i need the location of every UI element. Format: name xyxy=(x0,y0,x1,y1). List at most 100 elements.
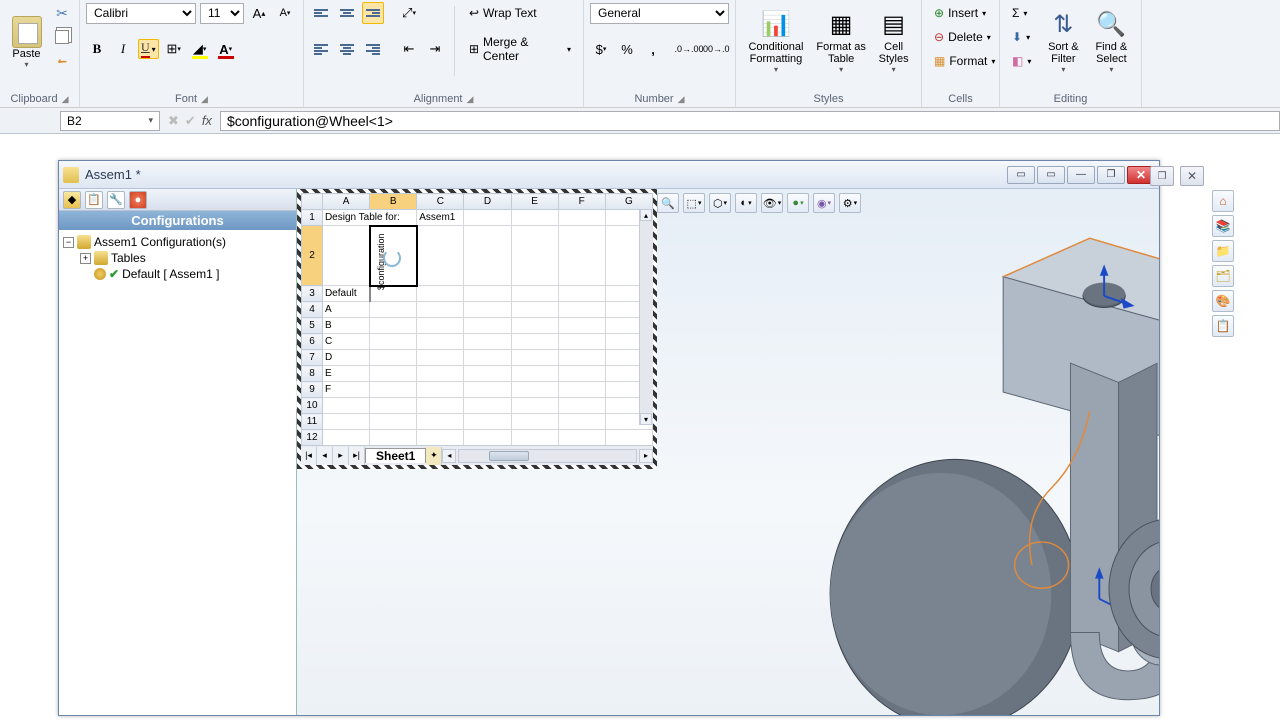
accept-formula-icon[interactable]: ✔ xyxy=(185,113,196,129)
minimize-button[interactable]: — xyxy=(1067,166,1095,184)
autosum-button[interactable]: Σ▾ xyxy=(1006,2,1037,24)
hscroll-track[interactable] xyxy=(458,449,637,463)
formula-input[interactable]: $configuration@Wheel<1> xyxy=(220,111,1280,131)
col-header[interactable]: E xyxy=(511,194,558,210)
last-sheet-button[interactable]: ▸| xyxy=(349,447,365,465)
collapse-icon[interactable]: − xyxy=(63,237,74,248)
cell[interactable] xyxy=(322,226,369,286)
wrap-text-button[interactable]: ↩Wrap Text xyxy=(463,2,577,24)
align-center-button[interactable] xyxy=(336,38,358,60)
view-palette-tab[interactable]: 🗂 xyxy=(1212,265,1234,287)
scroll-right-button[interactable]: ▸ xyxy=(639,449,653,463)
cell[interactable]: Assem1 xyxy=(417,210,464,226)
align-top-button[interactable] xyxy=(310,2,332,24)
design-table-embed[interactable]: A B C D E F G 1Design Table for:Assem1 2… xyxy=(297,189,657,469)
format-button[interactable]: ▦Format▾ xyxy=(928,50,1001,72)
insert-button[interactable]: ⊕Insert▾ xyxy=(928,2,1001,24)
currency-button[interactable]: $▾ xyxy=(590,38,612,60)
percent-button[interactable]: % xyxy=(616,38,638,60)
italic-button[interactable]: I xyxy=(112,38,134,60)
row-header[interactable]: 10 xyxy=(302,398,323,414)
increase-indent-button[interactable]: ⇥ xyxy=(424,38,446,60)
decrease-indent-button[interactable]: ⇤ xyxy=(398,38,420,60)
row-header[interactable]: 12 xyxy=(302,430,323,446)
font-face-combo[interactable]: Calibri xyxy=(86,3,196,24)
find-select-button[interactable]: 🔍 Find & Select▾ xyxy=(1089,2,1133,82)
custom-props-tab[interactable]: 📋 xyxy=(1212,315,1234,337)
cancel-formula-icon[interactable]: ✖ xyxy=(168,113,179,129)
fill-color-button[interactable]: ◢▾ xyxy=(189,38,211,60)
cell[interactable]: D xyxy=(322,350,369,366)
design-library-tab[interactable]: 📚 xyxy=(1212,215,1234,237)
cell[interactable]: Default xyxy=(322,286,369,302)
sheet-tab[interactable]: Sheet1 xyxy=(365,448,426,463)
mdi-restore-button[interactable]: ❐ xyxy=(1150,166,1174,186)
graphics-viewport[interactable]: 🔍 ⬚▾ ⬡▾ ◐▾ 👁▾ ●▾ ◉▾ ⚙▾ A B C xyxy=(297,189,1159,715)
property-manager-tab[interactable]: 📋 xyxy=(85,191,103,209)
view-orientation-button[interactable]: ⬡▾ xyxy=(709,193,731,213)
font-size-combo[interactable]: 11 xyxy=(200,3,244,24)
expand-icon[interactable]: + xyxy=(80,253,91,264)
zoom-area-button[interactable]: ⬚▾ xyxy=(683,193,705,213)
next-sheet-button[interactable]: ▸ xyxy=(333,447,349,465)
col-header[interactable]: F xyxy=(558,194,605,210)
align-left-button[interactable] xyxy=(310,38,332,60)
orientation-button[interactable]: ⤢▾ xyxy=(398,2,420,24)
row-header[interactable]: 1 xyxy=(302,210,323,226)
col-header[interactable]: D xyxy=(464,194,511,210)
feature-manager-tab[interactable]: ◆ xyxy=(63,191,81,209)
new-sheet-button[interactable]: ✦ xyxy=(426,447,442,465)
increase-decimal-button[interactable]: .0→.00 xyxy=(678,38,700,60)
col-header[interactable]: A xyxy=(322,194,369,210)
hide-show-button[interactable]: 👁▾ xyxy=(761,193,783,213)
appearances-tab[interactable]: 🎨 xyxy=(1212,290,1234,312)
dialog-launcher-icon[interactable]: ◢ xyxy=(201,94,208,105)
configuration-manager-tab[interactable]: 🔧 xyxy=(107,191,125,209)
font-color-button[interactable]: A▾ xyxy=(215,38,237,60)
row-header[interactable]: 9 xyxy=(302,382,323,398)
format-painter-button[interactable] xyxy=(51,50,73,72)
row-header[interactable]: 2 xyxy=(302,226,323,286)
dialog-launcher-icon[interactable]: ◢ xyxy=(678,94,685,105)
row-header[interactable]: 3 xyxy=(302,286,323,302)
dialog-launcher-icon[interactable]: ◢ xyxy=(62,94,69,105)
zoom-fit-button[interactable]: 🔍 xyxy=(657,193,679,213)
cut-button[interactable] xyxy=(51,2,73,24)
prev-sheet-button[interactable]: ◂ xyxy=(317,447,333,465)
resources-tab[interactable]: ⌂ xyxy=(1212,190,1234,212)
cell[interactable]: E xyxy=(322,366,369,382)
tree-tables[interactable]: + Tables xyxy=(63,250,292,266)
maximize-button[interactable]: ❐ xyxy=(1097,166,1125,184)
format-as-table-button[interactable]: ▦ Format as Table▾ xyxy=(814,2,868,82)
row-header[interactable]: 5 xyxy=(302,318,323,334)
scene-button[interactable]: ◉▾ xyxy=(813,193,835,213)
cad-titlebar[interactable]: Assem1 * ▭ ▭ — ❐ ✕ xyxy=(59,161,1159,189)
bold-button[interactable]: B xyxy=(86,38,108,60)
col-header[interactable]: B xyxy=(370,194,417,210)
comma-button[interactable]: , xyxy=(642,38,664,60)
cell-styles-button[interactable]: ▤ Cell Styles▾ xyxy=(872,2,915,82)
scroll-down-button[interactable]: ▾ xyxy=(640,413,652,425)
design-table-grid[interactable]: A B C D E F G 1Design Table for:Assem1 2… xyxy=(301,193,653,445)
paste-button[interactable]: Paste ▾ xyxy=(6,2,47,82)
dimxpert-tab[interactable]: ● xyxy=(129,191,147,209)
conditional-formatting-button[interactable]: 📊 Conditional Formatting▾ xyxy=(742,2,810,82)
sheet-vscroll[interactable]: ▴ ▾ xyxy=(639,209,653,425)
row-header[interactable]: 6 xyxy=(302,334,323,350)
tree-root[interactable]: − Assem1 Configuration(s) xyxy=(63,234,292,250)
display-style-button[interactable]: ◐▾ xyxy=(735,193,757,213)
col-header[interactable]: G xyxy=(605,194,652,210)
cell[interactable]: B xyxy=(322,318,369,334)
number-format-combo[interactable]: General xyxy=(590,3,729,24)
active-cell[interactable]: $configuration xyxy=(370,226,417,286)
cell[interactable]: A xyxy=(322,302,369,318)
align-right-button[interactable] xyxy=(362,38,384,60)
cell[interactable]: F xyxy=(322,382,369,398)
first-sheet-button[interactable]: |◂ xyxy=(301,447,317,465)
cell[interactable]: Design Table for: xyxy=(322,210,416,226)
name-box[interactable]: B2▾ xyxy=(60,111,160,131)
row-header[interactable]: 8 xyxy=(302,366,323,382)
scroll-left-button[interactable]: ◂ xyxy=(442,449,456,463)
mdi-close-button[interactable]: ✕ xyxy=(1180,166,1204,186)
decrease-decimal-button[interactable]: .00→.0 xyxy=(704,38,726,60)
